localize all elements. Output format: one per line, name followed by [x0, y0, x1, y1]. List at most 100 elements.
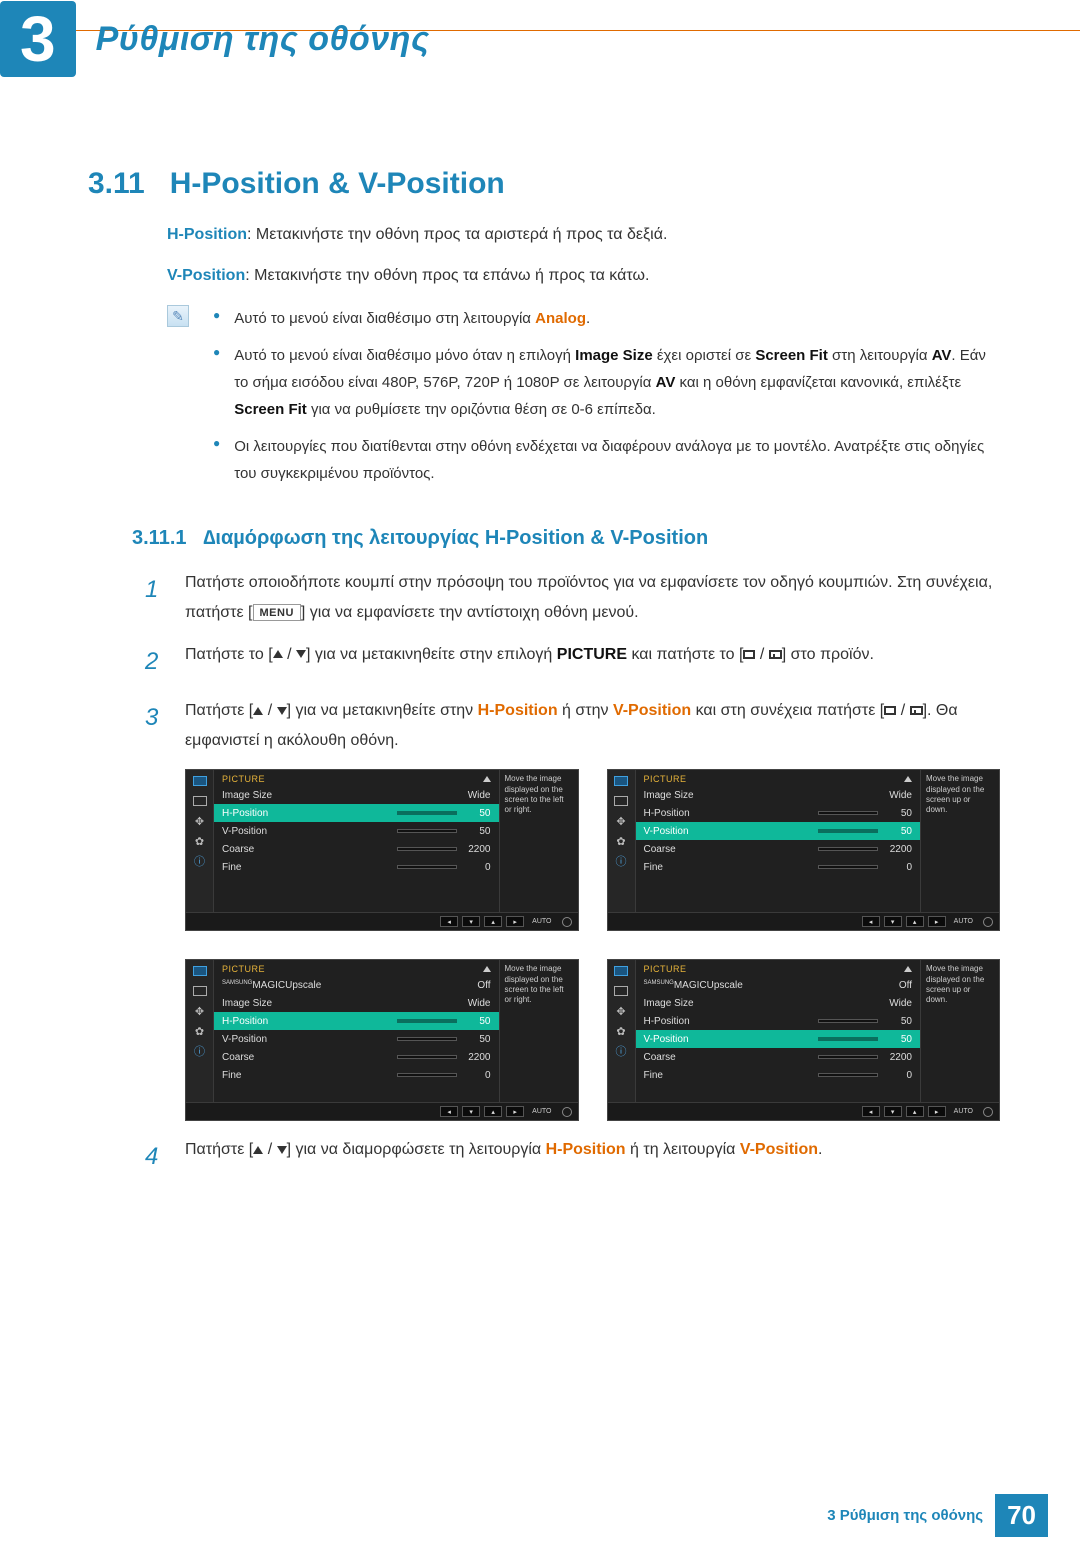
subsection-heading: 3.11.1 ∆ιαµόρφωση της λειτουργίας H-Posi…	[132, 527, 1080, 550]
osd-sidebar: ✥ ✿ ⓘ	[186, 960, 214, 1102]
osd-item-value: 50	[463, 808, 491, 819]
osd-item-label: Coarse	[644, 1052, 676, 1063]
note-text: και η οθόνη εμφανίζεται κανονικά, επιλέξ…	[675, 374, 961, 391]
auto-label: AUTO	[954, 918, 973, 925]
note-term: AV	[932, 347, 952, 364]
vpos-term: V-Position	[613, 702, 691, 719]
osd-item-value: Off	[463, 980, 491, 991]
up-arrow-icon	[253, 1146, 263, 1154]
step: 3 Πατήστε [ / ] για να μετακινηθείτε στη…	[145, 696, 1000, 755]
power-icon	[562, 917, 572, 927]
osd-item-label: V-Position	[644, 1034, 689, 1045]
bullet-icon: ●	[213, 342, 220, 423]
up-arrow-icon	[273, 650, 283, 658]
note-icon: ✎	[167, 305, 189, 327]
chapter-header: 3 Ρύθμιση της οθόνης	[0, 1, 1080, 77]
note-text: στη λειτουργία	[828, 347, 932, 364]
osd-item-value: Wide	[463, 998, 491, 1009]
list-icon	[614, 986, 628, 996]
move-icon: ✥	[613, 814, 629, 828]
auto-label: AUTO	[532, 918, 551, 925]
osd-item-label: Coarse	[222, 1052, 254, 1063]
osd-item-value: 0	[884, 862, 912, 873]
down-arrow-icon	[277, 707, 287, 715]
osd-item-value: 50	[884, 808, 912, 819]
down-button: ▾	[884, 1106, 902, 1117]
osd-item-label: Image Size	[644, 790, 694, 801]
page-number: 70	[995, 1494, 1048, 1537]
down-button: ▾	[462, 1106, 480, 1117]
osd-item-value: 0	[884, 1070, 912, 1081]
osd-item-label: Image Size	[222, 998, 272, 1009]
left-button: ◂	[440, 916, 458, 927]
step-number: 2	[145, 640, 185, 684]
osd-item-label: V-Position	[222, 1034, 267, 1045]
osd-item-label: V-Position	[222, 826, 267, 837]
right-button: ▸	[928, 916, 946, 927]
note-item: ● Αυτό το μενού είναι διαθέσιμο μόνο ότα…	[213, 342, 1000, 423]
monitor-icon	[193, 776, 207, 786]
step-text: ή τη λειτουργία	[626, 1141, 740, 1158]
step-text: ] για να μετακινηθείτε στην επιλογή	[306, 646, 557, 663]
move-icon: ✥	[192, 1004, 208, 1018]
info-icon: ⓘ	[613, 854, 629, 868]
bullet-icon: ●	[213, 433, 220, 487]
step-text: ] για να διαμορφώσετε τη λειτουργία	[287, 1141, 546, 1158]
hpos-term: H-Position	[478, 702, 558, 719]
osd-item-label: H-Position	[644, 1016, 690, 1027]
left-button: ◂	[862, 1106, 880, 1117]
step-text: ή στην	[558, 702, 613, 719]
osd-item-label: H-Position	[222, 808, 268, 819]
list-icon	[193, 796, 207, 806]
picture-term: PICTURE	[557, 646, 627, 663]
osd-item-label: Coarse	[222, 844, 254, 855]
osd-help-text: Move the image displayed on the screen u…	[921, 960, 999, 1102]
list-icon	[193, 986, 207, 996]
subsection-number: 3.11.1	[132, 527, 187, 549]
osd-item-value: Off	[884, 980, 912, 991]
osd-item-value: 50	[463, 826, 491, 837]
enter-icon	[910, 706, 923, 715]
osd-panel: ✥ ✿ ⓘ PICTURE Image SizeWide H-Position5…	[185, 769, 579, 931]
osd-item-value: 2200	[884, 844, 912, 855]
osd-item-value: Wide	[884, 790, 912, 801]
step-text: ] για να εμφανίσετε την αντίστοιχη οθόνη…	[301, 604, 639, 621]
step-text: και πατήστε το [	[627, 646, 743, 663]
note-text: Αυτό το μενού είναι διαθέσιμο στη λειτου…	[234, 310, 535, 327]
intro-block: H-Position: Μετακινήστε την οθόνη προς τ…	[167, 221, 990, 289]
up-button: ▴	[906, 1106, 924, 1117]
subsection-title: ∆ιαµόρφωση της λειτουργίας H-Position & …	[203, 527, 708, 549]
menu-key: MENU	[253, 604, 301, 621]
page-footer: 3 Ρύθμιση της οθόνης 70	[827, 1494, 1048, 1537]
power-icon	[983, 1107, 993, 1117]
enter-icon	[769, 650, 782, 659]
move-icon: ✥	[192, 814, 208, 828]
up-button: ▴	[484, 916, 502, 927]
osd-item-label: Coarse	[644, 844, 676, 855]
osd-item-value: 0	[463, 1070, 491, 1081]
step: 1 Πατήστε οποιοδήποτε κουμπί στην πρόσοψ…	[145, 568, 1000, 627]
down-button: ▾	[884, 916, 902, 927]
osd-title: PICTURE	[644, 964, 687, 974]
osd-help-text: Move the image displayed on the screen t…	[500, 770, 578, 912]
osd-title: PICTURE	[222, 964, 265, 974]
step-text: ] για να μετακινηθείτε στην	[287, 702, 478, 719]
osd-item-label: Fine	[222, 1070, 241, 1081]
up-arrow-icon	[904, 776, 912, 782]
select-icon	[743, 650, 755, 659]
step-text: Πατήστε το [	[185, 646, 273, 663]
footer-chapter-label: 3 Ρύθμιση της οθόνης	[827, 1507, 983, 1524]
monitor-icon	[614, 966, 628, 976]
note-box: ✎ ● Αυτό το μενού είναι διαθέσιμο στη λε…	[167, 305, 1000, 497]
osd-item-label: Upscale	[285, 980, 321, 991]
bullet-icon: ●	[213, 305, 220, 332]
step-number: 3	[145, 696, 185, 755]
up-arrow-icon	[483, 776, 491, 782]
osd-item-label: SAMSUNG	[222, 980, 252, 986]
osd-item-value: 0	[463, 862, 491, 873]
osd-sidebar: ✥ ✿ ⓘ	[608, 960, 636, 1102]
osd-panel: ✥ ✿ ⓘ PICTURE Image SizeWide H-Position5…	[607, 769, 1001, 931]
step: 2 Πατήστε το [ / ] για να μετακινηθείτε …	[145, 640, 1000, 684]
up-arrow-icon	[253, 707, 263, 715]
right-button: ▸	[506, 1106, 524, 1117]
